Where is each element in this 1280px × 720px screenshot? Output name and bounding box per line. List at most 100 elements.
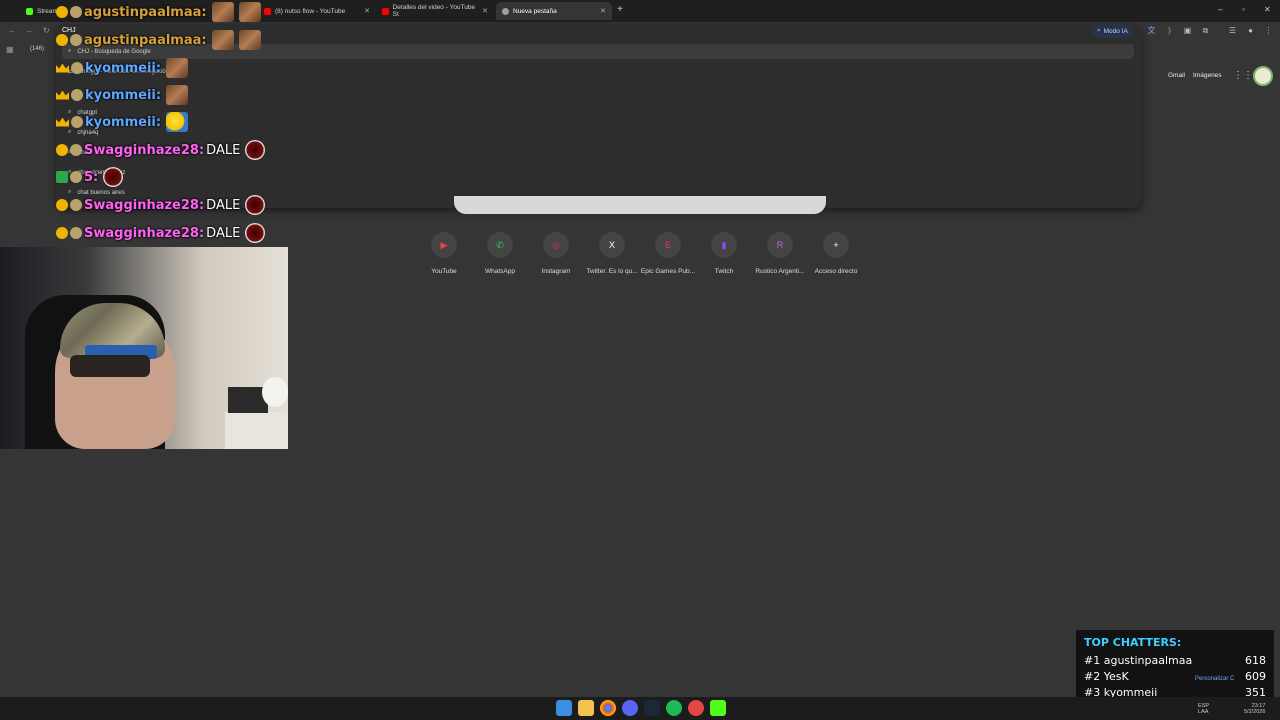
gmail-link[interactable]: Gmail: [1168, 72, 1185, 79]
minimize-icon[interactable]: –: [1218, 5, 1222, 14]
gift-badge-icon: [56, 144, 68, 156]
shortcut-5[interactable]: E Epic Games Pub...: [640, 232, 696, 275]
extensions-icon[interactable]: ⧉: [1201, 26, 1210, 35]
cast-icon[interactable]: ): [1165, 26, 1174, 35]
clock[interactable]: 23:17 5/2/2026: [1244, 703, 1265, 715]
chat-message: agustinpaalmaa:: [56, 2, 261, 22]
language-indicator[interactable]: ESP LAA: [1198, 703, 1209, 715]
gift-badge-icon: [56, 227, 68, 239]
chatter-row: #2 YesK 609: [1084, 670, 1266, 683]
chat-message: 5:: [56, 167, 124, 187]
chat-username: Swagginhaze28:: [84, 142, 205, 158]
instagram-icon: ◎: [543, 232, 569, 258]
shortcut-7[interactable]: R Rustico Argenti...: [752, 232, 808, 275]
tier-badge-icon: [71, 62, 83, 74]
file-explorer-icon[interactable]: [578, 700, 594, 716]
reading-list-icon[interactable]: ▣: [1183, 26, 1192, 35]
sidebar-icon[interactable]: ☰: [1228, 26, 1237, 35]
gift-badge-icon: [56, 6, 68, 18]
webcam-feed: [0, 247, 288, 449]
shortcut-8[interactable]: + Acceso directo: [808, 232, 864, 275]
shortcut-label: Acceso directo: [814, 268, 858, 275]
gift-badge-icon: [56, 199, 68, 211]
chat-username: agustinpaalmaa:: [84, 4, 207, 20]
close-window-icon[interactable]: ✕: [1264, 5, 1271, 14]
emote-image: [245, 140, 266, 160]
chat-message: agustinpaalmaa:: [56, 30, 261, 50]
steam-icon[interactable]: [644, 700, 660, 716]
chat-username: Swagginhaze28:: [84, 225, 205, 241]
epic-icon: E: [655, 232, 681, 258]
emote-image: [103, 167, 124, 187]
gift-badge-icon: [56, 34, 68, 46]
shortcut-4[interactable]: X Twitter. Es lo qu...: [584, 232, 640, 275]
chat-message: Swagginhaze28: DALE: [56, 140, 266, 160]
emote-image: [245, 223, 266, 243]
tier-badge-icon: [71, 116, 83, 128]
plus-icon: +: [823, 232, 849, 258]
menu-icon[interactable]: ⋮: [1264, 26, 1273, 35]
emote-image: [238, 2, 261, 22]
images-link[interactable]: Imágenes: [1193, 72, 1222, 79]
tab-detalles[interactable]: Detalles del video - YouTube St ✕: [376, 2, 494, 20]
close-tab-icon[interactable]: ✕: [600, 7, 606, 15]
chrome-icon: [502, 7, 509, 15]
chat-message: kyommeii:: [56, 112, 189, 132]
app-icon[interactable]: [688, 700, 704, 716]
shortcut-2[interactable]: ✆ WhatsApp: [472, 232, 528, 275]
emote-image: [211, 30, 234, 50]
close-tab-icon[interactable]: ✕: [364, 7, 370, 15]
maximize-icon[interactable]: ▫: [1242, 5, 1245, 14]
chat-text: DALE: [206, 142, 241, 158]
spotify-icon[interactable]: [666, 700, 682, 716]
twitch-icon: ▮: [711, 232, 737, 258]
search-icon: ⌕: [1097, 27, 1101, 34]
kick-taskbar-icon[interactable]: [710, 700, 726, 716]
tier-badge-icon: [70, 144, 82, 156]
top-chatters-title: TOP CHATTERS:: [1084, 636, 1182, 649]
windows-start-icon[interactable]: [556, 700, 572, 716]
reload-icon[interactable]: ↻: [43, 26, 50, 35]
kick-icon: [26, 7, 33, 15]
modo-ia-button[interactable]: ⌕ Modo IA: [1092, 24, 1133, 38]
bookmark-count[interactable]: (146): [30, 46, 44, 52]
chatter-row: #1 agustinpaalmaa 618: [1084, 654, 1266, 667]
translate-icon[interactable]: 文: [1147, 26, 1156, 35]
chat-message: kyommeii:: [56, 85, 189, 105]
shortcut-3[interactable]: ◎ Instagram: [528, 232, 584, 275]
whatsapp-icon: ✆: [487, 232, 513, 258]
shortcut-label: Epic Games Pub...: [640, 268, 696, 275]
new-tab-icon[interactable]: +: [617, 4, 623, 15]
tab-youtube-nutso[interactable]: (8) nutso flow - YouTube ✕: [258, 2, 376, 20]
tab-nueva-pestana[interactable]: Nueva pestaña ✕: [496, 2, 612, 20]
account-avatar[interactable]: [1253, 66, 1273, 86]
ntp-search-box[interactable]: [454, 196, 826, 214]
taskbar: [0, 697, 1280, 720]
emote-image: [166, 85, 189, 105]
profile-icon[interactable]: ●: [1246, 26, 1255, 35]
shortcut-label: Twitch: [714, 268, 734, 275]
chat-username: agustinpaalmaa:: [84, 32, 207, 48]
emote-image: [245, 195, 266, 215]
shortcut-6[interactable]: ▮ Twitch: [696, 232, 752, 275]
chat-username: kyommeii:: [85, 87, 162, 103]
x-icon: X: [599, 232, 625, 258]
youtube-icon: [264, 7, 271, 15]
tier-badge-icon: [70, 199, 82, 211]
crown-badge-icon: [56, 117, 69, 127]
tier-badge-icon: [70, 34, 82, 46]
tier-badge-icon: [70, 6, 82, 18]
discord-icon[interactable]: [622, 700, 638, 716]
chat-username: kyommeii:: [85, 60, 162, 76]
forward-icon[interactable]: →: [25, 26, 33, 35]
back-icon[interactable]: ←: [8, 26, 16, 35]
chat-text: DALE: [206, 225, 241, 241]
close-tab-icon[interactable]: ✕: [482, 7, 488, 15]
emote-image: [211, 2, 234, 22]
shortcut-1[interactable]: ▶ YouTube: [416, 232, 472, 275]
chat-message: Swagginhaze28: DALE: [56, 195, 266, 215]
tier-badge-icon: [70, 171, 82, 183]
personalizar-chrome-button[interactable]: Personalizar C: [1195, 676, 1234, 682]
apps-grid-icon[interactable]: ▦: [6, 45, 14, 54]
chrome-taskbar-icon[interactable]: [600, 700, 616, 716]
